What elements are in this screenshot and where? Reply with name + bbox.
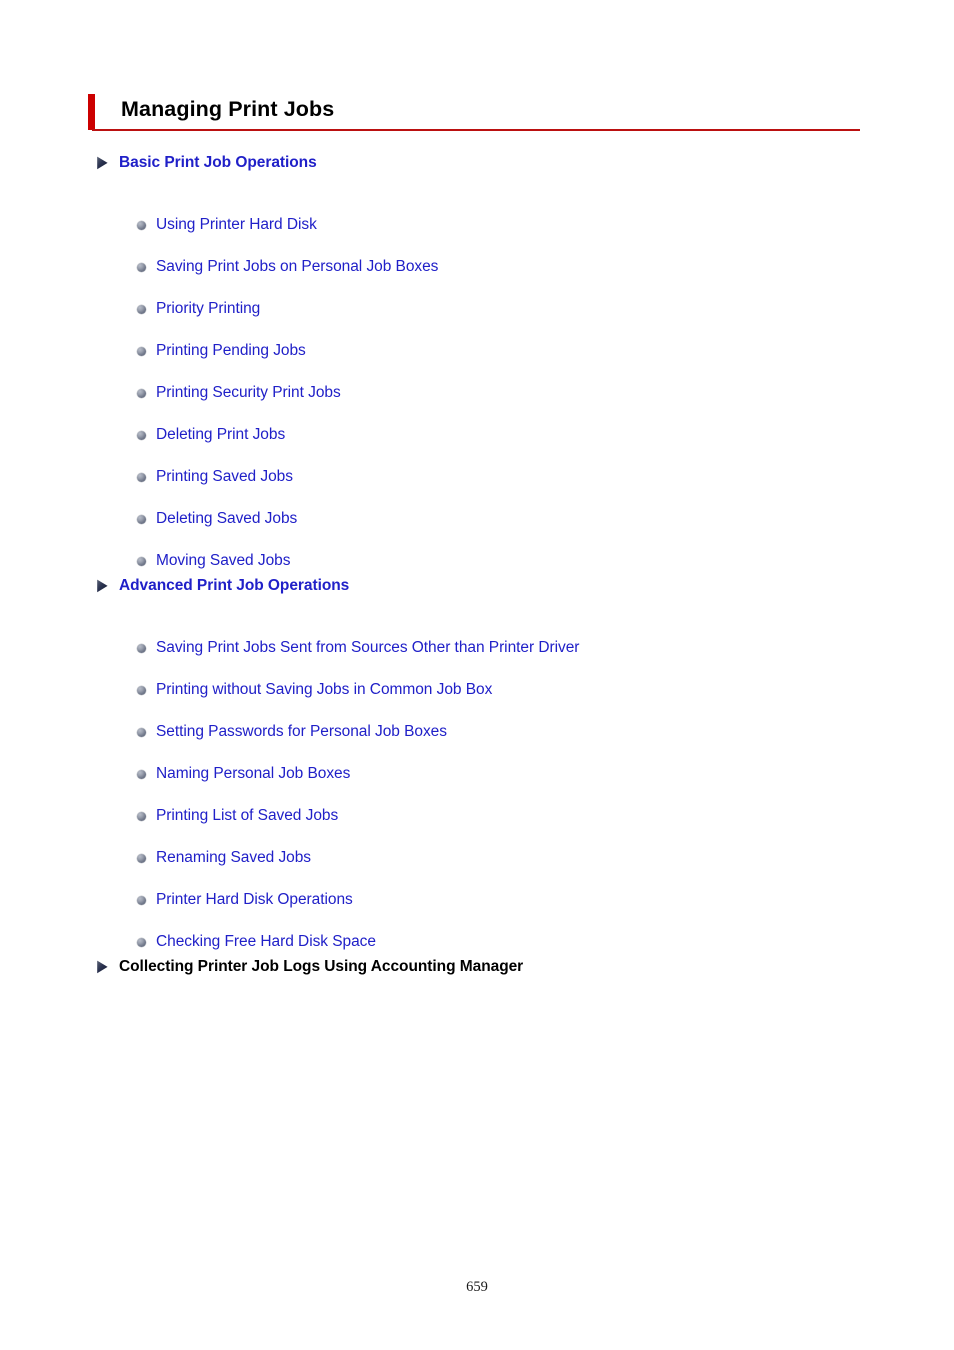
toc-list-item[interactable]: Renaming Saved Jobs (137, 848, 311, 868)
section-header-collecting-printer-job-logs: Collecting Printer Job Logs Using Accoun… (96, 957, 523, 977)
toc-link-label[interactable]: Printer Hard Disk Operations (156, 890, 353, 910)
bullet-icon (137, 263, 146, 272)
page-number: 659 (466, 1279, 488, 1295)
toc-link-label[interactable]: Deleting Print Jobs (156, 425, 285, 445)
title-accent-bar (88, 94, 95, 130)
arrow-right-icon (96, 156, 109, 170)
toc-list-item[interactable]: Printing List of Saved Jobs (137, 806, 338, 826)
title-horizontal-rule (92, 129, 860, 131)
toc-link-label[interactable]: Saving Print Jobs on Personal Job Boxes (156, 257, 438, 277)
section-label: Collecting Printer Job Logs Using Accoun… (119, 958, 524, 975)
toc-link-label[interactable]: Printing without Saving Jobs in Common J… (156, 680, 492, 700)
bullet-icon (137, 770, 146, 779)
toc-link-label[interactable]: Checking Free Hard Disk Space (156, 932, 376, 952)
section-header-advanced-print-job-operations[interactable]: Advanced Print Job Operations (96, 576, 349, 596)
toc-link-label[interactable]: Priority Printing (156, 299, 260, 319)
toc-link-label[interactable]: Moving Saved Jobs (156, 551, 290, 571)
toc-link-label[interactable]: Printing List of Saved Jobs (156, 806, 338, 826)
bullet-icon (137, 389, 146, 398)
toc-section-advanced-print-job-operations: Advanced Print Job Operations Saving Prin… (96, 576, 579, 974)
toc-list-item[interactable]: Checking Free Hard Disk Space (137, 932, 376, 952)
toc-link-label[interactable]: Saving Print Jobs Sent from Sources Othe… (156, 638, 579, 658)
page-title-block: Managing Print Jobs (88, 94, 860, 134)
toc-sublist: Saving Print Jobs Sent from Sources Othe… (96, 596, 579, 974)
toc-link-label[interactable]: Printing Saved Jobs (156, 467, 293, 487)
toc-list-item[interactable]: Printing Saved Jobs (137, 467, 293, 487)
toc-link-label[interactable]: Renaming Saved Jobs (156, 848, 311, 868)
bullet-icon (137, 728, 146, 737)
bullet-icon (137, 557, 146, 566)
section-header-basic-print-job-operations[interactable]: Basic Print Job Operations (96, 153, 317, 173)
toc-list-item[interactable]: Deleting Saved Jobs (137, 509, 297, 529)
toc-link-label[interactable]: Setting Passwords for Personal Job Boxes (156, 722, 447, 742)
toc-list-item[interactable]: Printer Hard Disk Operations (137, 890, 353, 910)
bullet-icon (137, 473, 146, 482)
bullet-icon (137, 644, 146, 653)
page-title: Managing Print Jobs (121, 97, 335, 121)
arrow-right-icon (96, 579, 109, 593)
arrow-right-icon (96, 960, 109, 974)
bullet-icon (137, 854, 146, 863)
toc-list-item[interactable]: Setting Passwords for Personal Job Boxes (137, 722, 447, 742)
bullet-icon (137, 347, 146, 356)
bullet-icon (137, 812, 146, 821)
section-label[interactable]: Advanced Print Job Operations (119, 576, 349, 596)
toc-link-label[interactable]: Printing Security Print Jobs (156, 383, 341, 403)
toc-list-item[interactable]: Printing Security Print Jobs (137, 383, 341, 403)
toc-list-item[interactable]: Priority Printing (137, 299, 260, 319)
toc-list-item[interactable]: Deleting Print Jobs (137, 425, 285, 445)
bullet-icon (137, 515, 146, 524)
toc-link-label[interactable]: Printing Pending Jobs (156, 341, 306, 361)
bullet-icon (137, 431, 146, 440)
toc-list-item[interactable]: Naming Personal Job Boxes (137, 764, 350, 784)
bullet-icon (137, 896, 146, 905)
toc-list-item[interactable]: Saving Print Jobs Sent from Sources Othe… (137, 638, 579, 658)
toc-link-label[interactable]: Using Printer Hard Disk (156, 215, 317, 235)
document-page: Managing Print Jobs Basic Print Job Oper… (0, 0, 954, 1350)
toc-link-label[interactable]: Naming Personal Job Boxes (156, 764, 350, 784)
toc-link-label[interactable]: Deleting Saved Jobs (156, 509, 297, 529)
toc-list-item[interactable]: Moving Saved Jobs (137, 551, 290, 571)
toc-list-item[interactable]: Printing Pending Jobs (137, 341, 306, 361)
bullet-icon (137, 221, 146, 230)
toc-section-collecting-printer-job-logs: Collecting Printer Job Logs Using Accoun… (96, 957, 523, 977)
section-label[interactable]: Basic Print Job Operations (119, 153, 317, 173)
toc-list-item[interactable]: Printing without Saving Jobs in Common J… (137, 680, 492, 700)
toc-sublist: Using Printer Hard Disk Saving Print Jobs… (96, 173, 438, 593)
toc-list-item[interactable]: Using Printer Hard Disk (137, 215, 317, 235)
toc-section-basic-print-job-operations: Basic Print Job Operations Using Printer … (96, 153, 438, 593)
bullet-icon (137, 305, 146, 314)
toc-list-item[interactable]: Saving Print Jobs on Personal Job Boxes (137, 257, 438, 277)
bullet-icon (137, 686, 146, 695)
bullet-icon (137, 938, 146, 947)
